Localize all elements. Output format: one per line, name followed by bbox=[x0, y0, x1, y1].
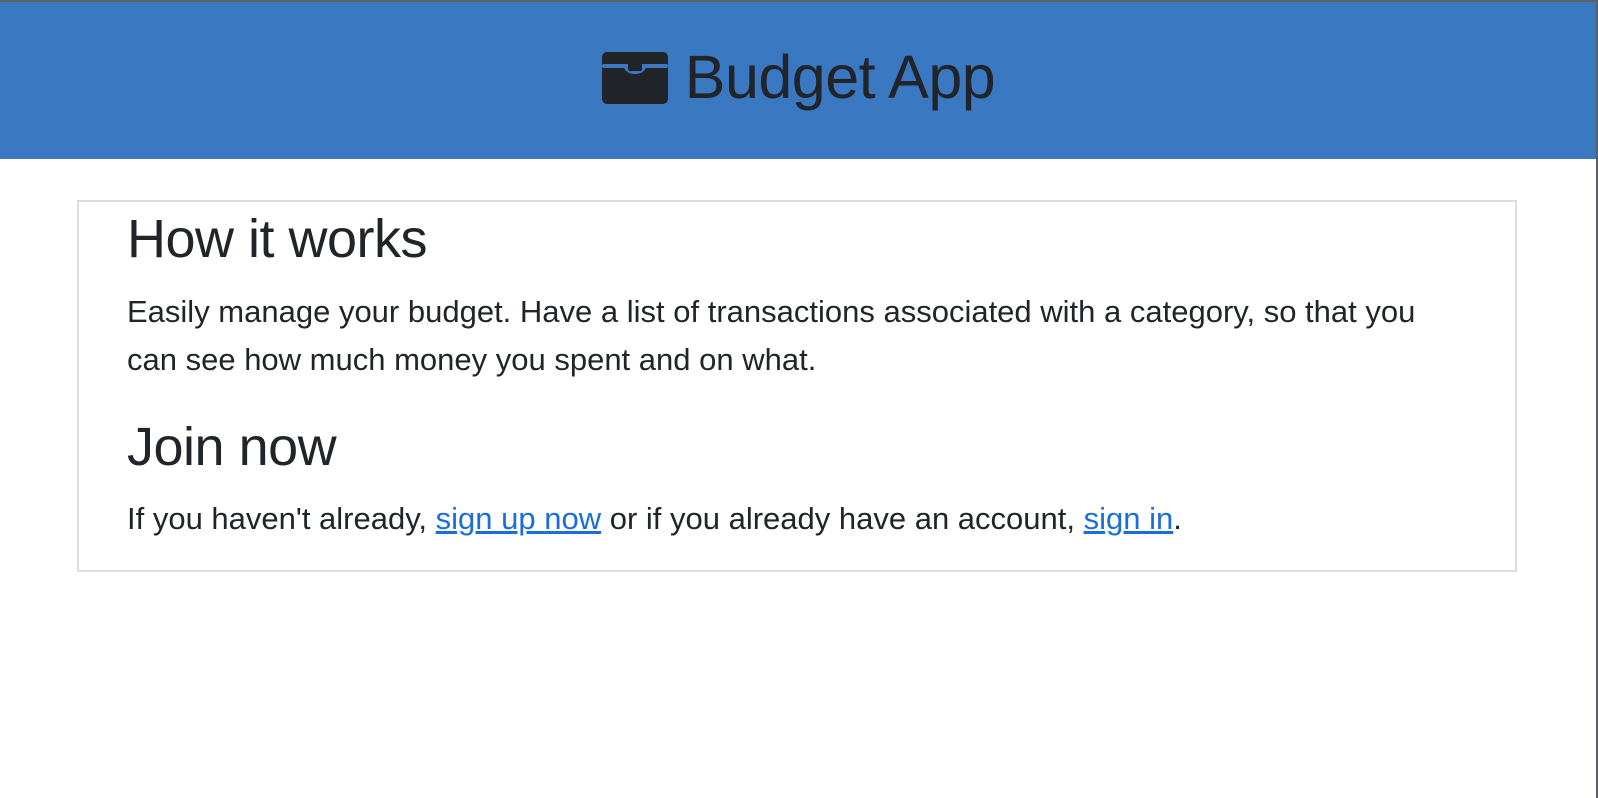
sign-in-link[interactable]: sign in bbox=[1084, 501, 1174, 536]
how-it-works-heading: How it works bbox=[127, 209, 428, 269]
how-it-works-description: Easily manage your budget. Have a list o… bbox=[127, 293, 1416, 377]
join-now-heading: Join now bbox=[127, 416, 337, 477]
briefcase-icon bbox=[601, 51, 668, 104]
app-header: Budget App bbox=[0, 2, 1596, 159]
brand: Budget App bbox=[601, 43, 996, 111]
page-frame: Budget App How it works Easily manage yo… bbox=[0, 0, 1598, 798]
sign-up-link[interactable]: sign up now bbox=[436, 501, 601, 536]
join-now-suffix: . bbox=[1173, 501, 1182, 537]
join-now-middle: or if you already have an account, bbox=[601, 501, 1084, 537]
join-now-description: If you haven't already, sign up now or i… bbox=[127, 495, 1457, 543]
info-card: How it works Easily manage your budget. … bbox=[77, 200, 1517, 572]
app-title: Budget App bbox=[684, 43, 996, 111]
join-now-prefix: If you haven't already, bbox=[127, 501, 436, 537]
